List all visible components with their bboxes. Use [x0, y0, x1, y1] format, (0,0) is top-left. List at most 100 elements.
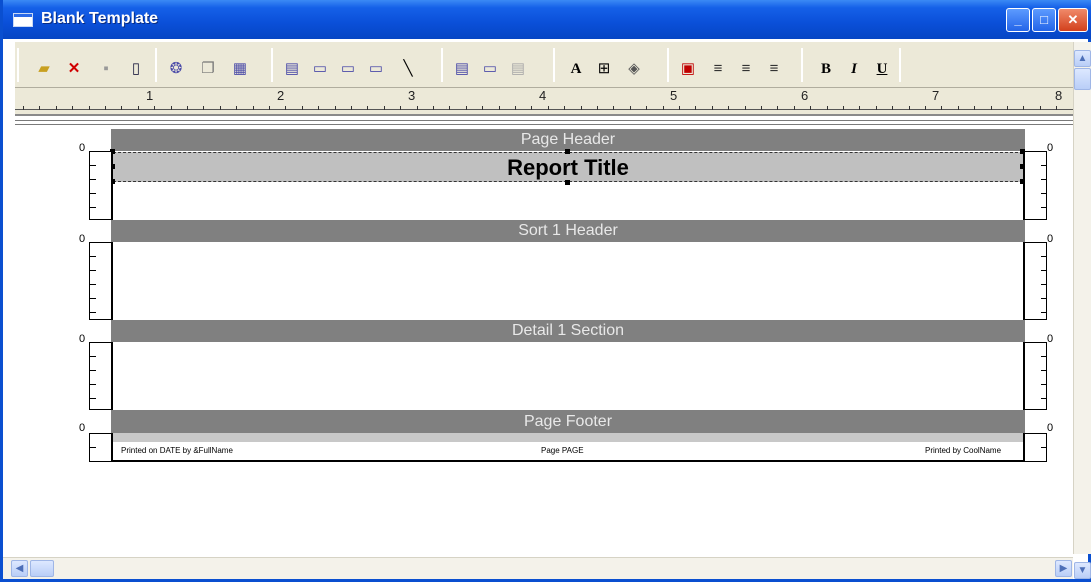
close-button[interactable]: ✕: [1058, 8, 1088, 32]
ruler-mark: 3: [408, 88, 416, 103]
size-fields-icon[interactable]: ▭: [481, 60, 499, 78]
border-icon[interactable]: ⊞: [595, 60, 613, 78]
insert-box-icon[interactable]: ▭: [367, 60, 385, 78]
side-ruler-tick: [1041, 179, 1047, 180]
ruler-tick: [367, 106, 368, 110]
detail-section[interactable]: [111, 342, 1025, 410]
side-ruler-tick: [90, 312, 96, 313]
insert-field-icon[interactable]: ▭: [339, 60, 357, 78]
insert-table-icon[interactable]: ▤: [283, 60, 301, 78]
ruler-tick: [253, 106, 254, 110]
side-ruler-zero: 0: [1047, 422, 1054, 434]
side-ruler-zero: 0: [79, 142, 86, 154]
ruler-tick: [777, 106, 778, 110]
align-left-icon[interactable]: ≡: [709, 60, 727, 78]
sort-header-section[interactable]: [111, 242, 1025, 320]
ruler-mark: 2: [277, 88, 285, 103]
scroll-up-icon[interactable]: ▲: [1074, 50, 1091, 67]
title-bar[interactable]: Blank Template _ □ ✕: [3, 0, 1091, 39]
side-ruler-tick: [90, 447, 96, 448]
side-ruler-tick: [90, 270, 96, 271]
side-ruler-tick: [1041, 256, 1047, 257]
ruler-tick: [351, 106, 352, 110]
ruler-baseline: [15, 109, 1077, 110]
left-side-ruler: [89, 342, 111, 410]
minimize-button[interactable]: _: [1006, 8, 1030, 32]
format-tool-group: A ⊞ ◈: [553, 48, 665, 82]
maximize-button[interactable]: □: [1032, 8, 1056, 32]
ruler-tick: [384, 106, 385, 110]
ruler-tick: [564, 106, 565, 110]
font-button[interactable]: A: [567, 60, 585, 78]
bold-button[interactable]: B: [817, 60, 835, 78]
side-ruler-tick: [1041, 270, 1047, 271]
page-setup-icon[interactable]: ▣: [679, 60, 697, 78]
copy-icon[interactable]: ❐: [199, 60, 217, 78]
field-list-icon[interactable]: ▦: [231, 60, 249, 78]
ruler-tick: [499, 106, 500, 110]
ruler-mark: 8: [1055, 88, 1063, 103]
ruler-tick: [1023, 106, 1024, 110]
underline-button[interactable]: U: [873, 60, 891, 78]
ruler-tick: [695, 106, 696, 110]
side-ruler-tick: [1041, 284, 1047, 285]
report-title-field[interactable]: Report Title: [113, 152, 1023, 182]
side-ruler-tick: [1041, 207, 1047, 208]
ruler-tick: [89, 106, 90, 110]
align-center-icon[interactable]: ≡: [737, 60, 755, 78]
spacing-icon[interactable]: ▤: [509, 60, 527, 78]
left-side-ruler: [89, 242, 111, 320]
fill-color-icon[interactable]: ◈: [625, 60, 643, 78]
ruler-tick: [72, 106, 73, 110]
ruler-tick: [958, 106, 959, 110]
delete-icon[interactable]: ✕: [65, 60, 83, 78]
side-ruler-tick: [90, 179, 96, 180]
side-ruler-tick: [1041, 447, 1047, 448]
side-ruler-zero: 0: [1047, 142, 1054, 154]
window-title: Blank Template: [41, 10, 159, 27]
scroll-thumb[interactable]: [1074, 68, 1091, 90]
ruler-divider: [15, 124, 1077, 125]
horizontal-scrollbar[interactable]: ◀ ▶: [3, 557, 1073, 579]
scroll-right-icon[interactable]: ▶: [1055, 560, 1072, 577]
open-folder-icon[interactable]: ▰: [35, 60, 53, 78]
ruler-tick: [39, 106, 40, 110]
ruler-tick: [236, 106, 237, 110]
ruler-tick: [941, 106, 942, 110]
side-ruler-tick: [1041, 298, 1047, 299]
align-fields-icon[interactable]: ▤: [453, 60, 471, 78]
scroll-left-icon[interactable]: ◀: [11, 560, 28, 577]
ruler-tick: [548, 106, 549, 110]
italic-button[interactable]: I: [845, 60, 863, 78]
side-ruler-zero: 0: [1047, 233, 1054, 245]
footer-date-field[interactable]: Printed on DATE by &FullName: [121, 446, 233, 455]
scroll-thumb-horizontal[interactable]: [30, 560, 54, 577]
ruler-tick: [597, 106, 598, 110]
insert-label-icon[interactable]: ▭: [311, 60, 329, 78]
ruler-tick: [630, 106, 631, 110]
draw-line-icon[interactable]: ╲: [399, 60, 417, 78]
ruler-tick: [220, 106, 221, 110]
vertical-scrollbar[interactable]: ▲ ▼: [1073, 42, 1091, 579]
ruler-mark: 7: [932, 88, 940, 103]
page-footer-band[interactable]: Page Footer: [111, 410, 1025, 433]
scroll-down-icon[interactable]: ▼: [1074, 562, 1091, 579]
ruler-tick: [285, 106, 286, 110]
ruler-tick: [23, 106, 24, 110]
resize-handle[interactable]: [565, 180, 570, 185]
print-preview-icon[interactable]: ▯: [127, 60, 145, 78]
side-ruler-tick: [1041, 193, 1047, 194]
save-icon[interactable]: ▪: [97, 60, 115, 78]
page-header-band[interactable]: Page Header: [111, 129, 1025, 151]
resize-handle[interactable]: [565, 149, 570, 154]
align-right-icon[interactable]: ≡: [765, 60, 783, 78]
detail-section-band[interactable]: Detail 1 Section: [111, 320, 1025, 342]
database-icon[interactable]: ❂: [167, 60, 185, 78]
sort-header-band[interactable]: Sort 1 Header: [111, 220, 1025, 242]
ruler-mark: 1: [146, 88, 154, 103]
ruler-tick: [138, 106, 139, 110]
ruler-mark: 5: [670, 88, 678, 103]
ruler-tick: [663, 106, 664, 110]
footer-page-field[interactable]: Page PAGE: [541, 446, 584, 455]
footer-printer-field[interactable]: Printed by CoolName: [925, 446, 1001, 455]
